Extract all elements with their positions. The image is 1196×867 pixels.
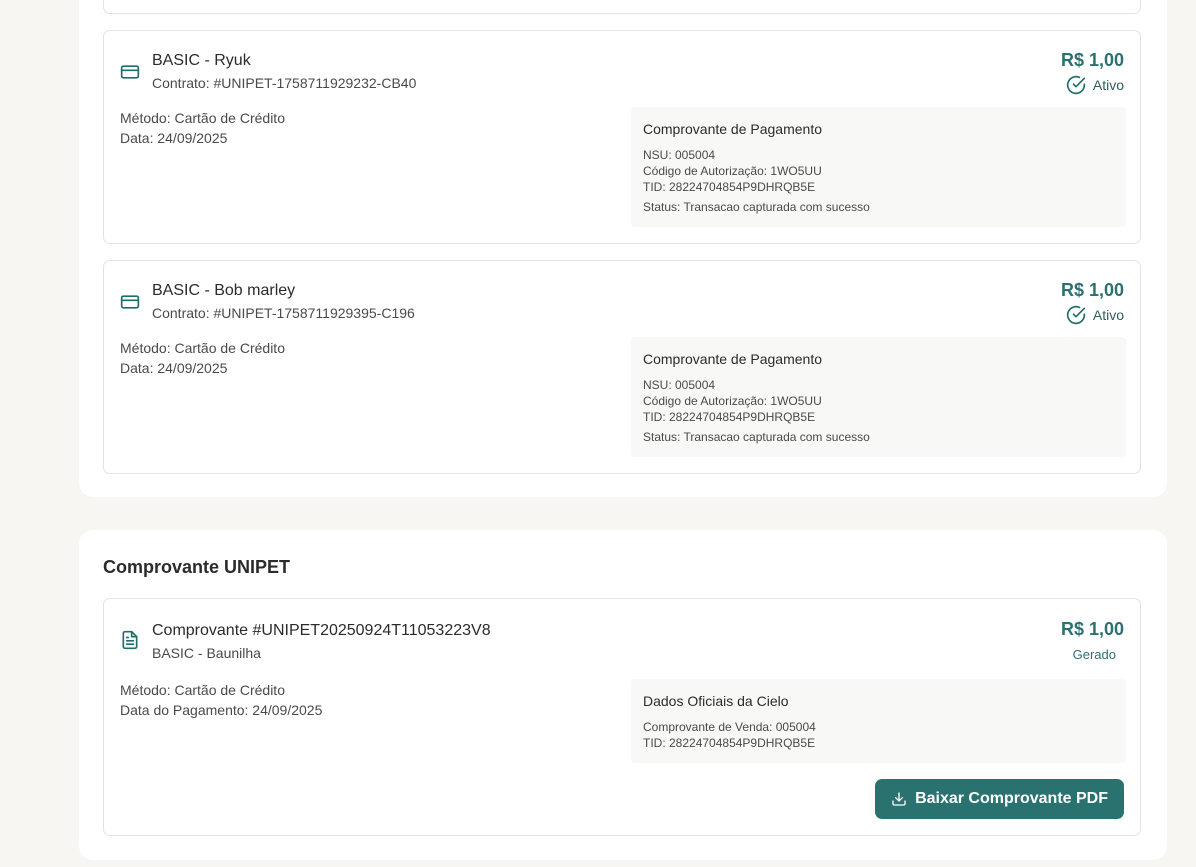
- payment-date: Data: 24/09/2025: [120, 360, 228, 376]
- credit-card-icon: [120, 62, 140, 82]
- payment-receipt: Comprovante de Pagamento NSU: 005004 Cód…: [631, 107, 1126, 227]
- receipt-tid: TID: 28224704854P9DHRQB5E: [643, 410, 816, 424]
- payment-date: Data do Pagamento: 24/09/2025: [120, 702, 323, 718]
- plan-title: BASIC - Bob marley: [152, 282, 296, 299]
- status-label: Ativo: [1092, 77, 1124, 93]
- download-label: Baixar Comprovante PDF: [915, 790, 1108, 807]
- payment-method: Método: Cartão de Crédito: [120, 110, 285, 126]
- status-badge: Ativo: [1066, 305, 1124, 325]
- section-title: Comprovante UNIPET: [103, 557, 291, 577]
- payment-receipt: Comprovante de Pagamento NSU: 005004 Cód…: [631, 337, 1126, 457]
- receipt-status: Status: Transacao capturada com sucesso: [643, 200, 870, 214]
- receipt-auth-code: Código de Autorização: 1WO5UU: [643, 164, 822, 178]
- subscriptions-panel: BASIC - Ryuk Contrato: #UNIPET-175871192…: [79, 0, 1167, 497]
- download-pdf-button[interactable]: Baixar Comprovante PDF: [875, 779, 1124, 819]
- previous-card-partial: [103, 0, 1141, 14]
- receipt-number: Comprovante #UNIPET20250924T11053223V8: [152, 622, 491, 639]
- amount: R$ 1,00: [1060, 50, 1124, 70]
- download-icon: [891, 791, 907, 807]
- cielo-sale-receipt: Comprovante de Venda: 005004: [643, 720, 816, 734]
- receipt-nsu: NSU: 005004: [643, 148, 716, 162]
- subscription-card: BASIC - Bob marley Contrato: #UNIPET-175…: [103, 260, 1141, 474]
- payment-date: Data: 24/09/2025: [120, 130, 228, 146]
- status-label: Gerado: [1072, 647, 1116, 662]
- cielo-title: Dados Oficiais da Cielo: [643, 693, 789, 709]
- receipt-nsu: NSU: 005004: [643, 378, 716, 392]
- check-circle-icon: [1066, 305, 1086, 325]
- subscription-card: BASIC - Ryuk Contrato: #UNIPET-175871192…: [103, 30, 1141, 244]
- receipt-status: Status: Transacao capturada com sucesso: [643, 430, 870, 444]
- plan-title: BASIC - Ryuk: [152, 52, 251, 69]
- amount: R$ 1,00: [1060, 619, 1124, 639]
- payment-meta: Método: Cartão de Crédito Data: 24/09/20…: [120, 338, 285, 378]
- payment-meta: Método: Cartão de Crédito Data: 24/09/20…: [120, 108, 285, 148]
- contract-number: Contrato: #UNIPET-1758711929395-C196: [152, 305, 415, 321]
- status-badge: Ativo: [1066, 75, 1124, 95]
- credit-card-icon: [120, 292, 140, 312]
- cielo-data: Dados Oficiais da Cielo Comprovante de V…: [631, 679, 1126, 763]
- receipt-tid: TID: 28224704854P9DHRQB5E: [643, 180, 816, 194]
- payment-meta: Método: Cartão de Crédito Data do Pagame…: [120, 680, 322, 720]
- receipt-card: Comprovante #UNIPET20250924T11053223V8 B…: [103, 598, 1141, 836]
- status-label: Ativo: [1092, 307, 1124, 323]
- receipt-title: Comprovante de Pagamento: [643, 121, 822, 137]
- receipt-title: Comprovante de Pagamento: [643, 351, 822, 367]
- payment-method: Método: Cartão de Crédito: [120, 682, 285, 698]
- unipet-receipt-panel: Comprovante UNIPET Comprovante #UNIPET20…: [79, 530, 1167, 860]
- receipt-auth-code: Código de Autorização: 1WO5UU: [643, 394, 822, 408]
- cielo-tid: TID: 28224704854P9DHRQB5E: [643, 736, 816, 750]
- receipt-plan: BASIC - Baunilha: [152, 645, 261, 661]
- amount: R$ 1,00: [1060, 280, 1124, 300]
- contract-number: Contrato: #UNIPET-1758711929232-CB40: [152, 75, 417, 91]
- check-circle-icon: [1066, 75, 1086, 95]
- document-icon: [120, 630, 140, 650]
- payment-method: Método: Cartão de Crédito: [120, 340, 285, 356]
